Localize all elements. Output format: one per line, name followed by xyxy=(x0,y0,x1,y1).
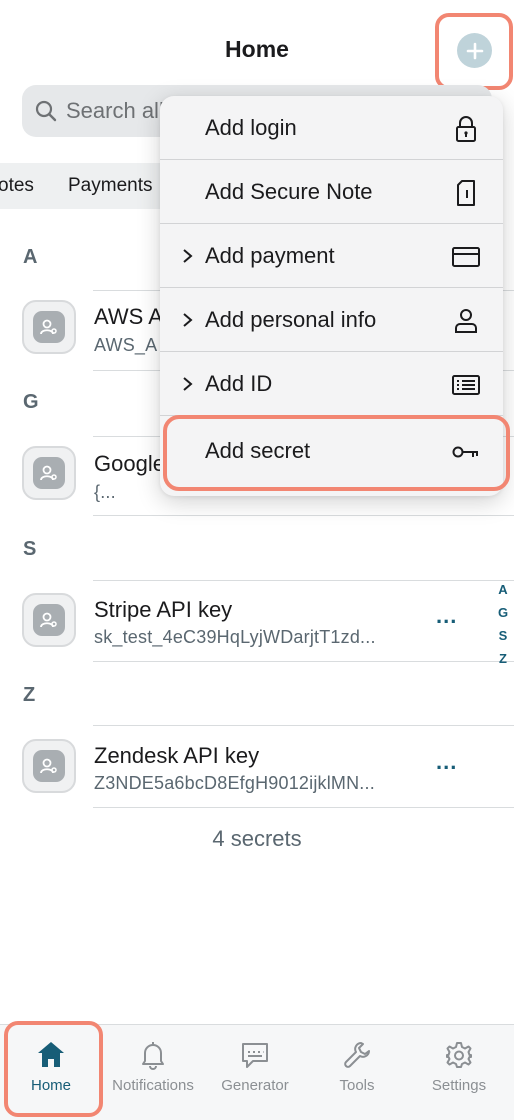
menu-item-label: Add ID xyxy=(205,371,273,396)
plus-icon xyxy=(466,42,483,59)
tab-label: Tools xyxy=(339,1077,375,1094)
note-icon xyxy=(457,180,475,206)
menu-item-label: Add login xyxy=(205,115,297,140)
id-card-icon xyxy=(452,375,480,395)
list-item-subtitle: sk_test_4eC39HqLyjWDarjtT1zd... xyxy=(94,627,376,647)
tab-label: Settings xyxy=(431,1077,487,1094)
search-input[interactable]: Search all xyxy=(66,98,164,124)
filter-chip-notes[interactable]: otes xyxy=(0,175,34,197)
tab-bar: Home Notifications Generator Tools Setti… xyxy=(0,1024,514,1120)
tab-home[interactable]: Home xyxy=(0,1025,102,1120)
list-item-title[interactable]: Stripe API key xyxy=(94,597,232,623)
chevron-right-icon xyxy=(183,377,193,391)
alphabet-index-s[interactable]: S xyxy=(497,628,509,643)
more-options-button[interactable]: ... xyxy=(436,749,457,775)
generator-icon xyxy=(242,1043,268,1068)
lock-icon xyxy=(456,116,476,142)
gear-icon xyxy=(446,1042,472,1068)
tab-notifications[interactable]: Notifications xyxy=(102,1025,204,1120)
card-icon xyxy=(452,247,480,267)
menu-item-add-secret[interactable]: Add secret xyxy=(160,416,503,480)
menu-item-label: Add personal info xyxy=(205,307,377,332)
list-item-title[interactable]: AWS A xyxy=(94,304,163,330)
header: Home xyxy=(0,0,514,90)
menu-item-add-id[interactable]: Add ID xyxy=(160,352,503,416)
alphabet-index-a[interactable]: A xyxy=(497,582,509,597)
add-button[interactable] xyxy=(457,33,492,68)
list-item-subtitle: Z3NDE5a6bcD8EfgH9012ijklMN... xyxy=(94,773,375,793)
tab-settings[interactable]: Settings xyxy=(408,1025,510,1120)
menu-item-label: Add payment xyxy=(205,243,335,268)
menu-item-label: Add Secure Note xyxy=(205,179,373,204)
secret-icon xyxy=(22,446,76,500)
menu-item-add-payment[interactable]: Add payment xyxy=(160,224,503,288)
chevron-right-icon xyxy=(183,249,193,263)
add-item-menu: Add login Add Secure Note Add payment Ad… xyxy=(160,96,503,496)
filter-chip-payments[interactable]: Payments xyxy=(68,175,152,197)
menu-item-add-login[interactable]: Add login xyxy=(160,96,503,160)
home-icon xyxy=(38,1042,64,1067)
tab-label: Notifications xyxy=(112,1077,194,1094)
tab-generator[interactable]: Generator xyxy=(204,1025,306,1120)
secret-icon xyxy=(22,300,76,354)
divider xyxy=(93,725,514,726)
section-header-a: A xyxy=(23,246,38,268)
tab-label: Generator xyxy=(221,1077,289,1094)
list-item-subtitle: {... xyxy=(94,482,116,502)
item-count: 4 secrets xyxy=(212,826,302,851)
search-icon xyxy=(35,100,57,122)
wrench-icon xyxy=(344,1042,370,1068)
page-title: Home xyxy=(225,36,289,62)
tab-label: Home xyxy=(30,1077,71,1094)
secret-icon xyxy=(22,739,76,793)
menu-item-add-secure-note[interactable]: Add Secure Note xyxy=(160,160,503,224)
alphabet-index-z[interactable]: Z xyxy=(497,651,509,666)
person-icon xyxy=(455,309,477,333)
section-header-g: G xyxy=(23,391,39,413)
more-options-button[interactable]: ... xyxy=(436,603,457,629)
bell-icon xyxy=(142,1042,164,1070)
section-header-s: S xyxy=(23,538,37,560)
tab-tools[interactable]: Tools xyxy=(306,1025,408,1120)
menu-item-label: Add secret xyxy=(205,438,311,463)
divider xyxy=(93,515,514,516)
section-header-z: Z xyxy=(23,684,36,706)
list-item-title[interactable]: Zendesk API key xyxy=(94,743,259,769)
list-item-subtitle: AWS_A xyxy=(94,335,158,355)
divider xyxy=(93,580,514,581)
menu-item-add-personal-info[interactable]: Add personal info xyxy=(160,288,503,352)
secret-icon xyxy=(22,593,76,647)
chevron-right-icon xyxy=(183,313,193,327)
home-screen: Home Search all otes Payments A AWS A AW… xyxy=(0,0,514,1120)
divider xyxy=(93,661,514,662)
alphabet-index-g[interactable]: G xyxy=(497,605,509,620)
list-item-title[interactable]: Google xyxy=(94,451,165,477)
key-icon xyxy=(452,446,478,458)
divider xyxy=(93,807,514,808)
